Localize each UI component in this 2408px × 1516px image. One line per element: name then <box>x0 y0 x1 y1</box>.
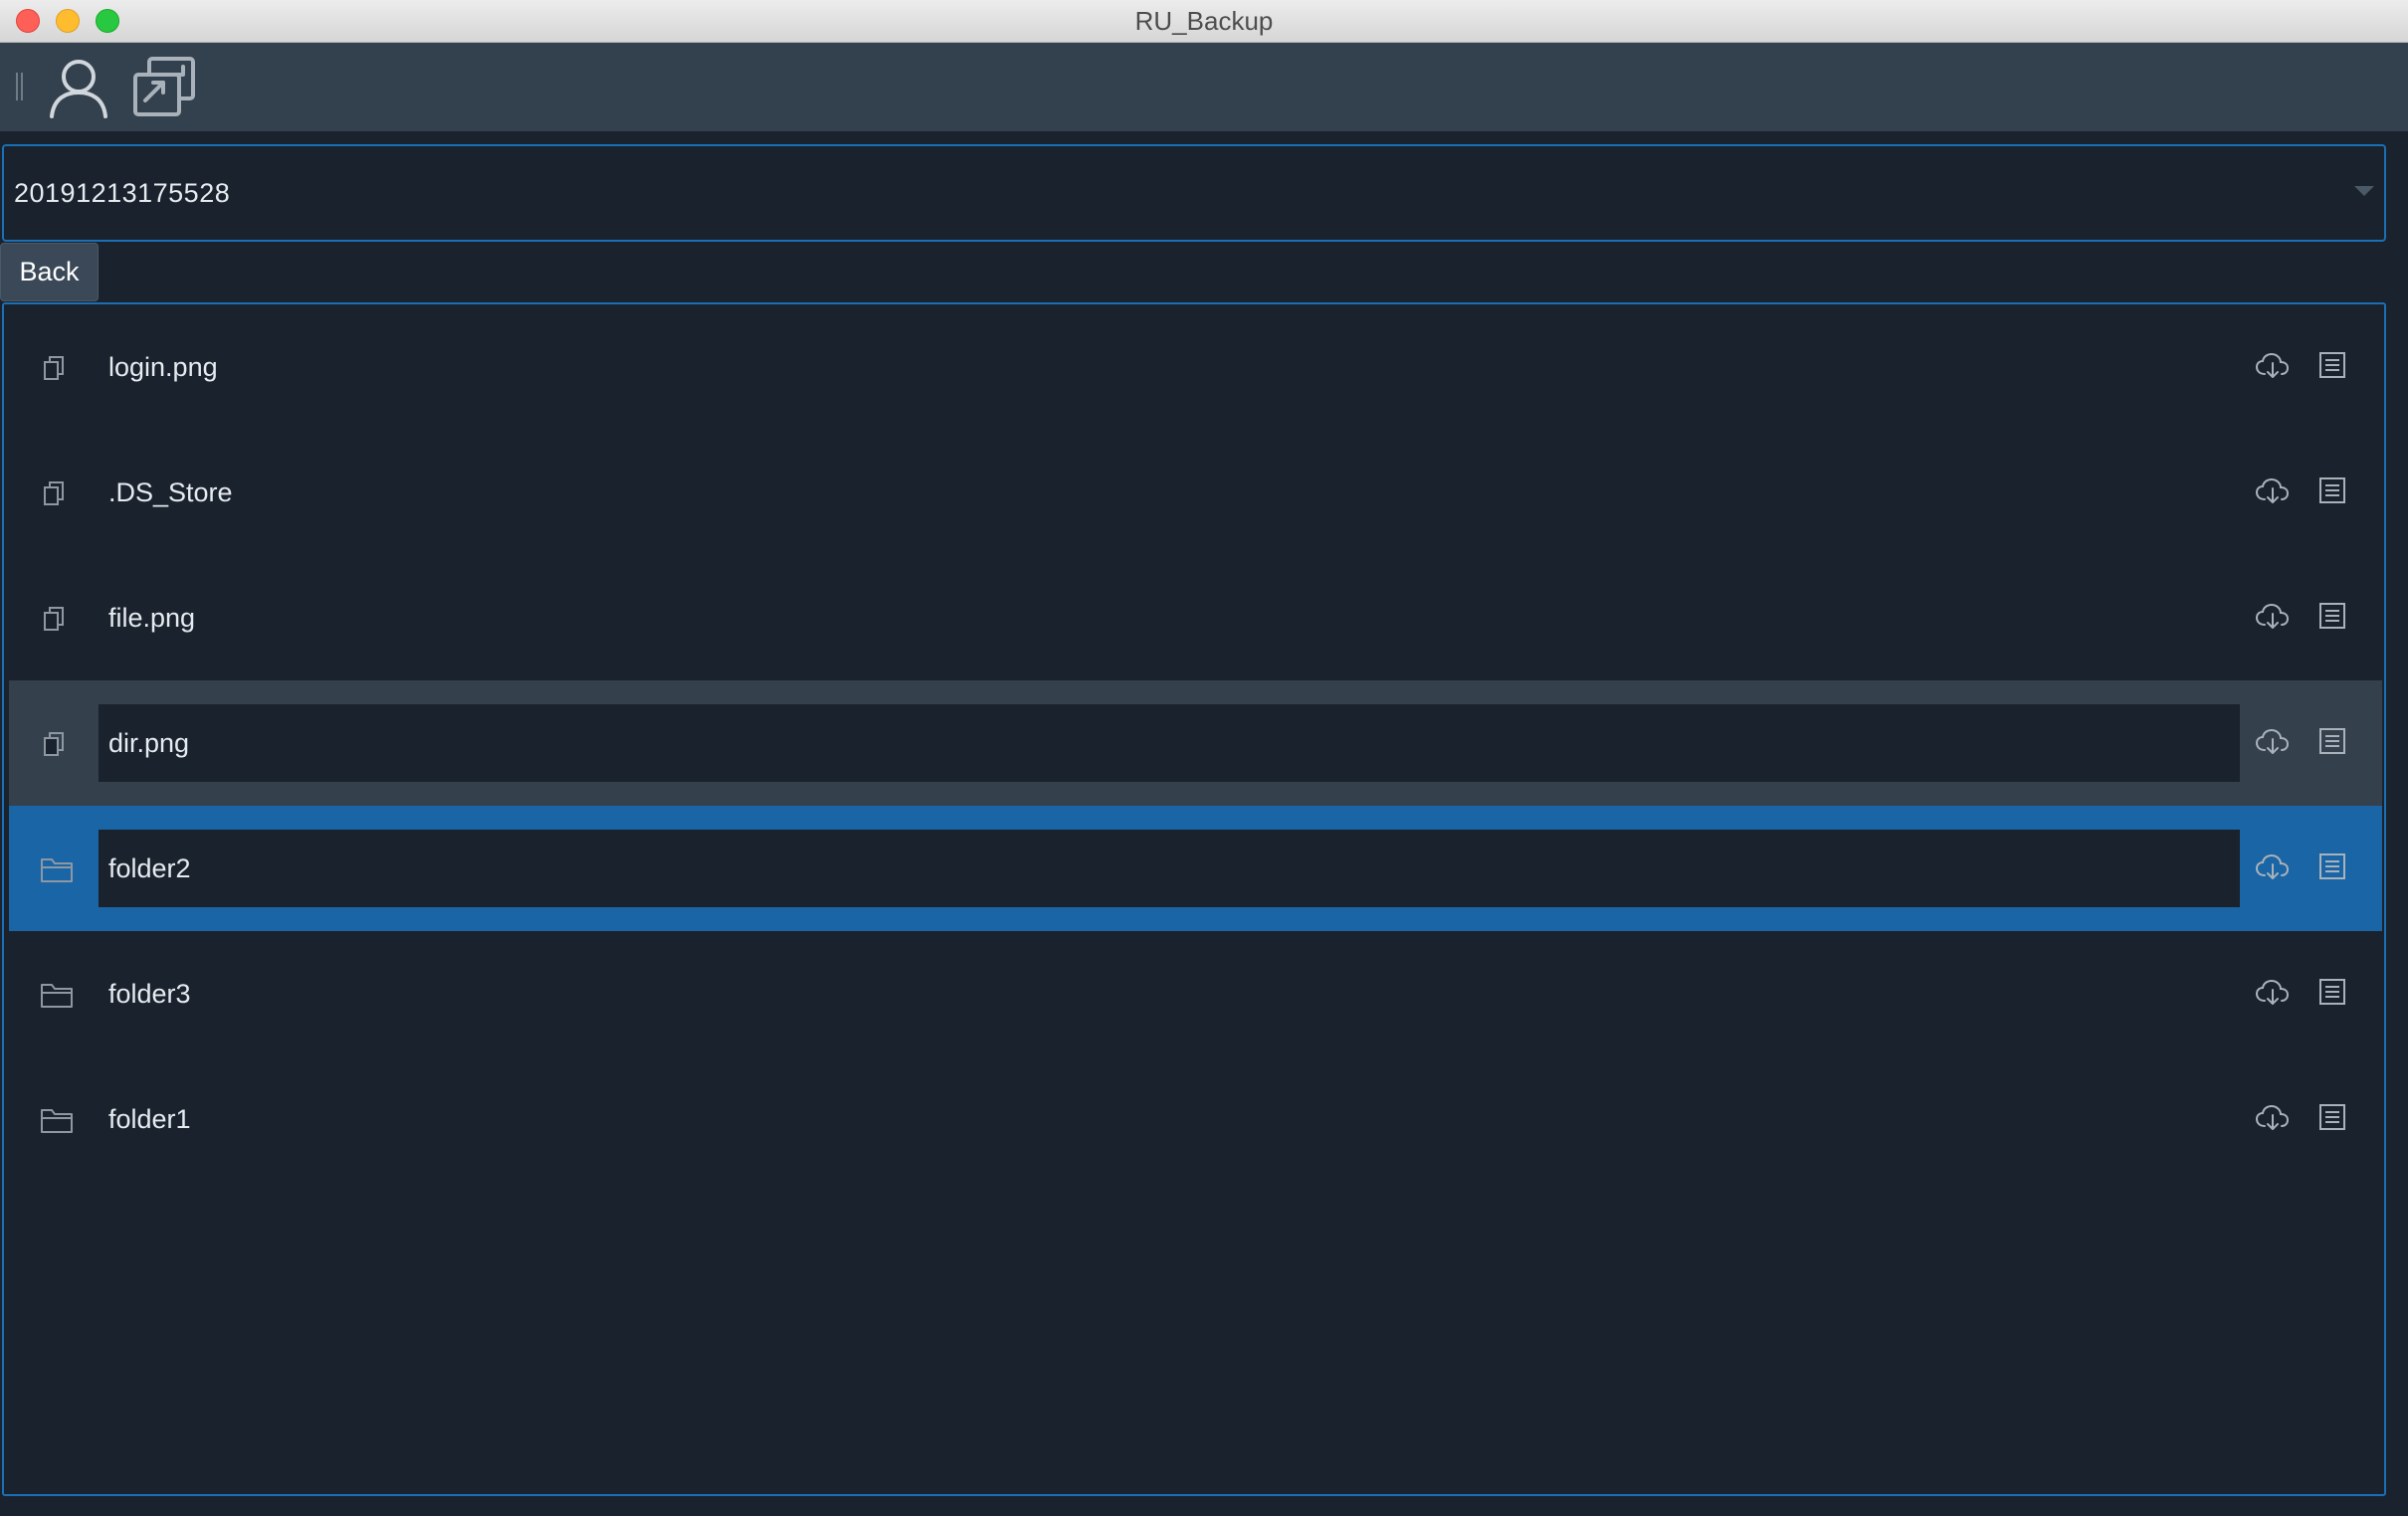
download-button[interactable] <box>2255 475 2291 507</box>
cloud-download-icon <box>2255 352 2291 386</box>
cloud-download-icon <box>2255 979 2291 1013</box>
back-button[interactable]: Back <box>0 243 99 301</box>
download-button[interactable] <box>2255 977 2291 1009</box>
folder-icon <box>39 1104 73 1136</box>
download-button[interactable] <box>2255 350 2291 382</box>
toolbar <box>0 43 2408 131</box>
folder-icon <box>39 979 73 1011</box>
list-details-icon <box>2317 1104 2347 1136</box>
list-details-icon <box>2317 728 2347 760</box>
cloud-download-icon <box>2255 728 2291 762</box>
user-button[interactable] <box>44 53 113 122</box>
folder-row[interactable]: folder2 <box>9 806 2382 931</box>
title-bar: RU_Backup <box>0 0 2408 43</box>
file-name-field[interactable]: login.png <box>99 328 2240 406</box>
details-button[interactable] <box>2317 726 2347 756</box>
download-button[interactable] <box>2255 1102 2291 1134</box>
window-title: RU_Backup <box>1134 6 1274 36</box>
file-name: file.png <box>108 603 196 633</box>
list-details-icon <box>2317 853 2347 885</box>
file-row[interactable]: login.png <box>9 304 2382 430</box>
file-row[interactable]: file.png <box>9 555 2382 680</box>
list-details-icon <box>2317 603 2347 635</box>
details-button[interactable] <box>2317 977 2347 1007</box>
file-name-field[interactable]: folder2 <box>99 830 2240 907</box>
file-name-field[interactable]: folder3 <box>99 955 2240 1033</box>
sync-icon <box>133 57 195 116</box>
copy-file-icon <box>39 603 71 635</box>
file-row[interactable]: .DS_Store <box>9 430 2382 555</box>
backup-version-dropdown[interactable]: 20191213175528 <box>2 144 2386 242</box>
user-icon <box>50 60 107 118</box>
details-button[interactable] <box>2317 475 2347 505</box>
file-name: .DS_Store <box>108 477 233 507</box>
file-name-field[interactable]: dir.png <box>99 704 2240 782</box>
cloud-download-icon <box>2255 603 2291 637</box>
cloud-download-icon <box>2255 853 2291 887</box>
file-name: dir.png <box>108 728 190 758</box>
details-button[interactable] <box>2317 601 2347 631</box>
download-button[interactable] <box>2255 601 2291 633</box>
chevron-down-icon <box>2354 186 2374 196</box>
download-button[interactable] <box>2255 852 2291 883</box>
folder-icon <box>39 853 73 885</box>
file-list-panel: login.png .DS_Store file.png dir.png folder2… <box>2 302 2386 1496</box>
details-button[interactable] <box>2317 350 2347 380</box>
file-name: login.png <box>108 352 218 382</box>
file-name-field[interactable]: .DS_Store <box>99 454 2240 531</box>
sync-button[interactable] <box>129 53 199 122</box>
folder-row[interactable]: folder3 <box>9 931 2382 1056</box>
cloud-download-icon <box>2255 1104 2291 1138</box>
list-details-icon <box>2317 352 2347 384</box>
backup-version-value: 20191213175528 <box>14 178 231 208</box>
file-name: folder2 <box>108 853 191 883</box>
details-button[interactable] <box>2317 1102 2347 1132</box>
file-name-field[interactable]: file.png <box>99 579 2240 657</box>
copy-file-icon <box>39 728 71 760</box>
list-details-icon <box>2317 477 2347 509</box>
file-name: folder1 <box>108 1104 191 1134</box>
copy-file-icon <box>39 352 71 384</box>
toolbar-grip-handle[interactable] <box>16 73 24 100</box>
file-row[interactable]: dir.png <box>9 680 2382 806</box>
cloud-download-icon <box>2255 477 2291 511</box>
list-details-icon <box>2317 979 2347 1011</box>
folder-row[interactable]: folder1 <box>9 1056 2382 1182</box>
download-button[interactable] <box>2255 726 2291 758</box>
file-name-field[interactable]: folder1 <box>99 1080 2240 1158</box>
details-button[interactable] <box>2317 852 2347 881</box>
file-name: folder3 <box>108 979 191 1009</box>
copy-file-icon <box>39 477 71 509</box>
